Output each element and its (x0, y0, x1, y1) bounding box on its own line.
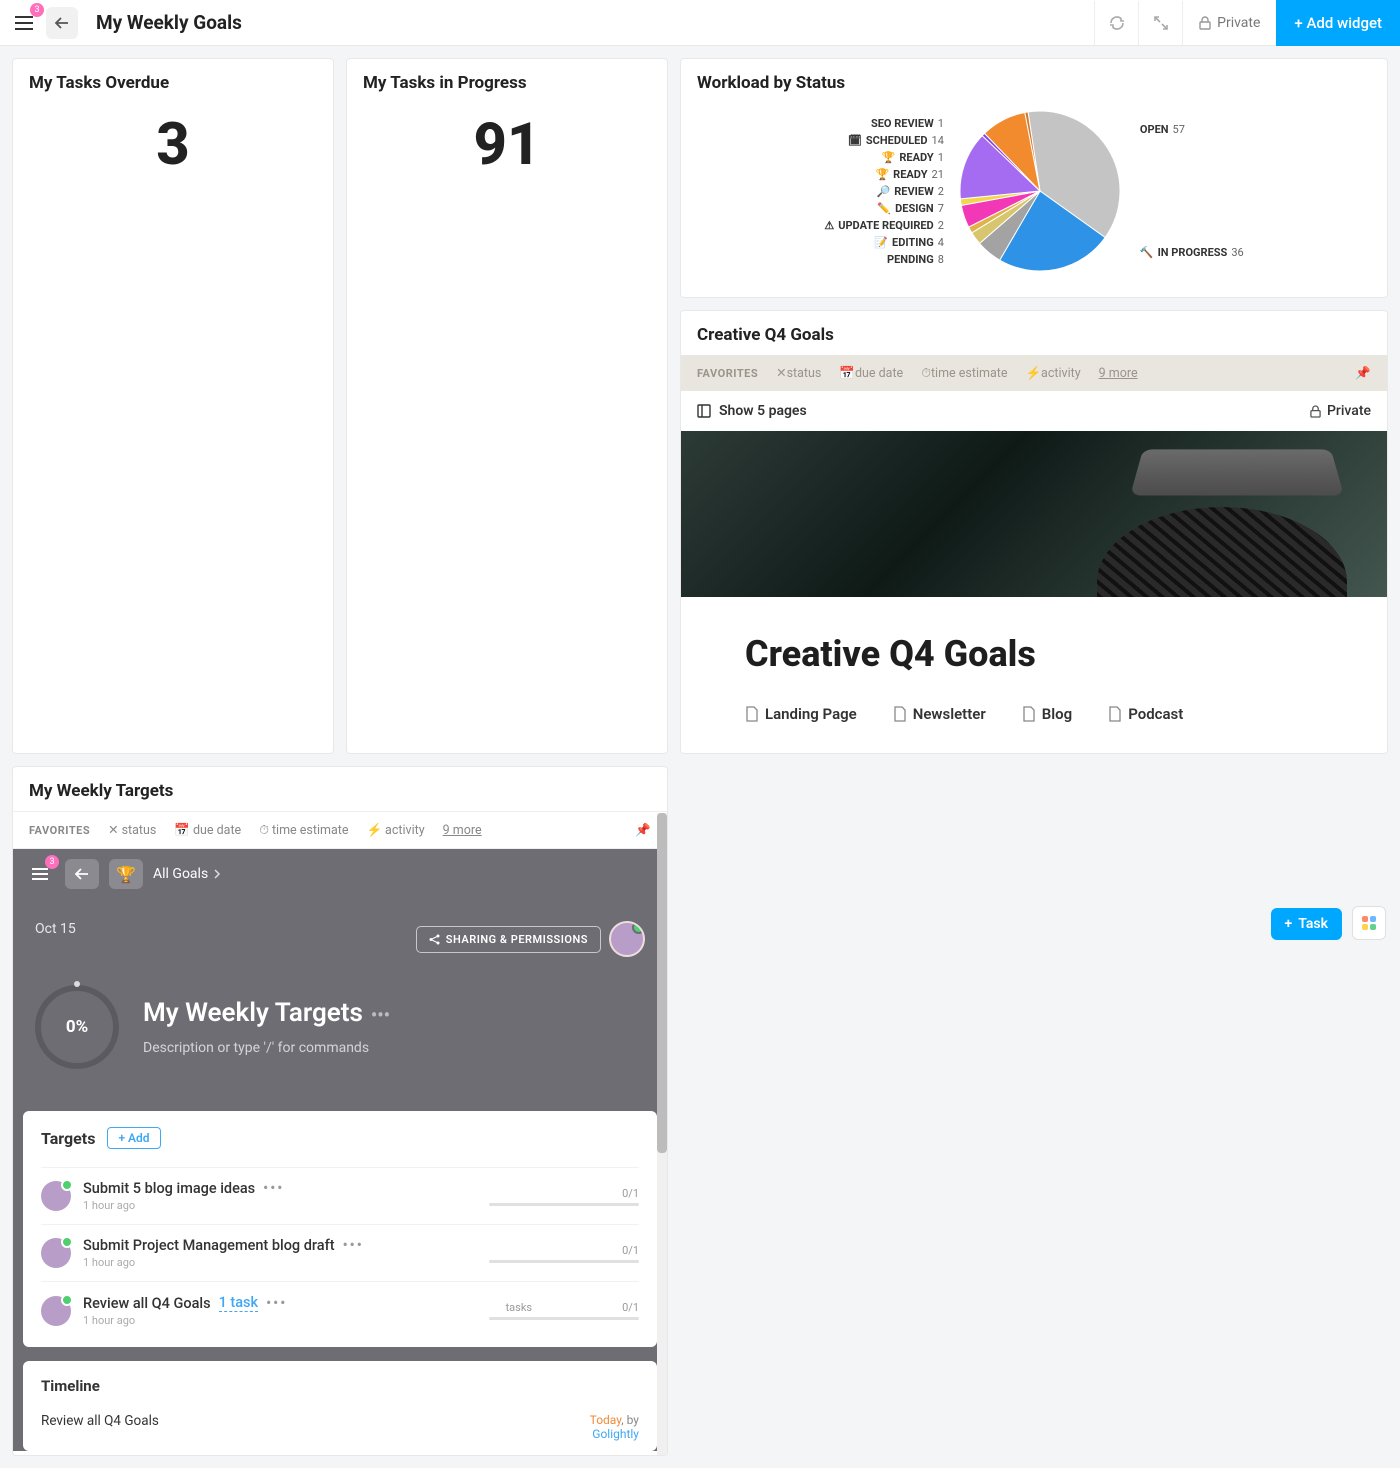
plus-icon: + (1285, 916, 1293, 932)
filter-activity[interactable]: ⚡activity (366, 823, 424, 838)
target-avatar (41, 1181, 71, 1211)
filter-more[interactable]: 9 more (443, 823, 482, 838)
menu-button[interactable]: 3 (8, 7, 40, 39)
filters-favorites[interactable]: FAVORITES (697, 367, 758, 380)
filter-time-estimate[interactable]: ⏱time estimate (921, 366, 1007, 381)
share-icon (429, 934, 440, 945)
goal-title: My Weekly Targets••• (143, 998, 390, 1028)
pie-labels-left: SEO REVIEW 1 🗓SCHEDULED 14 🏆READY 1 🏆REA… (824, 117, 944, 266)
panel-back-button[interactable] (65, 859, 99, 889)
new-task-button[interactable]: +Task (1271, 908, 1342, 940)
menu-badge: 3 (30, 3, 44, 17)
topbar: 3 My Weekly Goals Private + Add widget (0, 0, 1400, 46)
page-icon (893, 706, 907, 722)
target-item[interactable]: Submit Project Management blog draft••• … (41, 1224, 639, 1281)
filters-favorites[interactable]: FAVORITES (29, 824, 90, 837)
panel-menu-button[interactable]: 3 (25, 859, 55, 889)
filter-due-date[interactable]: 📅due date (839, 366, 903, 381)
card-title-creative: Creative Q4 Goals (681, 311, 1387, 345)
targets-title: Targets (41, 1129, 95, 1148)
pin-icon[interactable]: 📌 (1355, 366, 1371, 381)
timeline-title: Timeline (41, 1377, 639, 1395)
targets-panel: Targets + Add Submit 5 blog image ideas•… (23, 1111, 657, 1347)
chevron-right-icon (214, 869, 220, 879)
user-avatar[interactable] (609, 921, 645, 957)
card-workload: Workload by Status SEO REVIEW 1 🗓SCHEDUL… (680, 58, 1388, 298)
filter-status[interactable]: ✕status (108, 822, 156, 838)
page-icon (745, 706, 759, 722)
target-time: 1 hour ago (83, 1256, 477, 1269)
filter-due-date[interactable]: 📅due date (174, 823, 241, 838)
card-value-inprogress: 91 (347, 93, 667, 207)
more-icon[interactable]: ••• (343, 1237, 364, 1254)
private-label: Private (1217, 15, 1260, 31)
card-weekly-targets: My Weekly Targets FAVORITES ✕status 📅due… (12, 766, 668, 1456)
doc-link-podcast[interactable]: Podcast (1108, 705, 1183, 723)
pin-icon[interactable]: 📌 (635, 823, 651, 838)
doc-link-blog[interactable]: Blog (1022, 705, 1072, 723)
target-avatar (41, 1296, 71, 1326)
private-button[interactable]: Private (1182, 1, 1276, 45)
sharing-permissions-button[interactable]: SHARING & PERMISSIONS (416, 926, 601, 953)
progress-bar (489, 1203, 639, 1206)
target-time: 1 hour ago (83, 1314, 477, 1327)
doc-link-newsletter[interactable]: Newsletter (893, 705, 986, 723)
add-widget-button[interactable]: + Add widget (1276, 0, 1400, 46)
page-title: My Weekly Goals (96, 11, 242, 34)
filter-status[interactable]: ✕status (776, 365, 821, 381)
lock-icon (1199, 16, 1211, 30)
breadcrumb-all-goals[interactable]: All Goals (153, 866, 220, 882)
filter-activity[interactable]: ⚡activity (1025, 366, 1080, 381)
target-avatar (41, 1238, 71, 1268)
back-button[interactable] (46, 7, 78, 39)
filters-bar-creative: FAVORITES ✕status 📅due date ⏱time estima… (681, 355, 1387, 391)
lock-icon (1310, 405, 1321, 418)
target-task-link[interactable]: 1 task (219, 1294, 259, 1312)
inner-scrollbar[interactable] (657, 813, 667, 1455)
doc-title: Creative Q4 Goals (681, 597, 1387, 705)
doc-hero-image (681, 431, 1387, 597)
doc-links: Landing Page Newsletter Blog Podcast (681, 705, 1387, 753)
doc-link-landing[interactable]: Landing Page (745, 705, 857, 723)
doc-private-button[interactable]: Private (1310, 403, 1371, 419)
progress-bar (489, 1260, 639, 1263)
timeline-panel: Timeline Review all Q4 Goals Today, byGo… (23, 1361, 657, 1451)
card-value-overdue: 3 (13, 93, 333, 207)
pie-chart (950, 101, 1130, 281)
card-tasks-inprogress: My Tasks in Progress 91 (346, 58, 668, 754)
card-tasks-overdue: My Tasks Overdue 3 (12, 58, 334, 754)
page-icon (1108, 706, 1122, 722)
timeline-item[interactable]: Review all Q4 Goals (41, 1413, 159, 1441)
panel-trophy-button[interactable]: 🏆 (109, 859, 143, 889)
card-title-inprogress: My Tasks in Progress (347, 59, 667, 93)
add-target-button[interactable]: + Add (107, 1127, 160, 1149)
page-icon (1022, 706, 1036, 722)
goals-panel: 3 🏆 All Goals Oct 15 SHARING (13, 849, 667, 1451)
show-pages-button[interactable]: Show 5 pages (697, 403, 807, 419)
goal-description[interactable]: Description or type '/' for commands (143, 1040, 390, 1056)
more-icon[interactable]: ••• (266, 1295, 287, 1312)
expand-button[interactable] (1138, 1, 1182, 45)
filter-time-estimate[interactable]: ⏱time estimate (259, 823, 348, 838)
panel-date: Oct 15 (35, 921, 76, 937)
target-item[interactable]: Submit 5 blog image ideas••• 1 hour ago … (41, 1167, 639, 1224)
pages-icon (697, 404, 711, 418)
pie-labels-right: OPEN 57 🔨IN PROGRESS 36 (1136, 123, 1244, 259)
refresh-button[interactable] (1094, 1, 1138, 45)
card-title-overdue: My Tasks Overdue (13, 59, 333, 93)
target-time: 1 hour ago (83, 1199, 477, 1212)
card-creative-goals: Creative Q4 Goals FAVORITES ✕status 📅due… (680, 310, 1388, 754)
more-icon[interactable]: ••• (263, 1180, 284, 1197)
filter-more[interactable]: 9 more (1099, 366, 1138, 381)
card-title-workload: Workload by Status (681, 59, 1387, 93)
progress-ring: 0% (35, 985, 119, 1069)
card-title-weekly: My Weekly Targets (13, 767, 667, 801)
apps-button[interactable] (1352, 906, 1386, 940)
progress-bar (489, 1317, 639, 1320)
goal-more-icon[interactable]: ••• (371, 1005, 390, 1026)
apps-grid-icon (1362, 916, 1376, 930)
filters-bar-weekly: FAVORITES ✕status 📅due date ⏱time estima… (13, 811, 667, 849)
target-item[interactable]: Review all Q4 Goals 1 task••• 1 hour ago… (41, 1281, 639, 1339)
timeline-meta: Today, byGolightly (590, 1413, 639, 1441)
